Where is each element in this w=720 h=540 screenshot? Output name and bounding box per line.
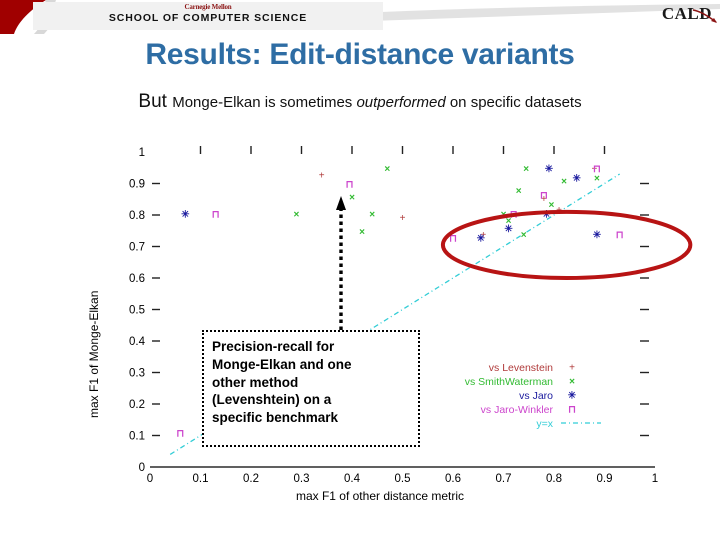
y-axis-tick-labels: 0 0.1 0.2 0.3 0.4 0.5 0.6 0.7 0.8 0.9 1 <box>129 147 146 474</box>
subtitle-part-two: on specific datasets <box>445 94 582 111</box>
y-tick-label: 0.8 <box>129 210 145 222</box>
data-point-marker: ⊓ <box>212 210 220 221</box>
x-tick-label: 0.9 <box>597 473 613 485</box>
y-tick-label: 0.5 <box>129 305 145 317</box>
y-tick-label: 0.7 <box>129 242 145 254</box>
y-tick-label: 1 <box>139 147 145 159</box>
x-tick-label: 0.4 <box>344 473 361 485</box>
x-tick-label: 0 <box>147 473 153 485</box>
data-point-marker: × <box>561 177 567 188</box>
slide-header-band: Carnegie Mellon SCHOOL OF COMPUTER SCIEN… <box>0 0 720 34</box>
legend-label-reference: y=x <box>536 418 553 430</box>
data-point-marker: × <box>349 192 355 203</box>
legend-marker: × <box>569 377 575 388</box>
subtitle-lead-word: But <box>138 91 173 112</box>
data-point-marker: + <box>400 213 406 224</box>
data-point-marker: ⊓ <box>176 429 184 440</box>
data-point-marker: ✳ <box>573 173 582 184</box>
legend-label: vs Levenstein <box>489 362 553 374</box>
cmu-wordmark-text: Carnegie Mellon <box>184 3 232 11</box>
legend-label: vs SmithWaterman <box>465 376 553 388</box>
data-point-marker: ✳ <box>181 210 190 221</box>
legend-marker: ⊓ <box>568 405 576 416</box>
page-title: Results: Edit-distance variants <box>145 38 575 71</box>
cmu-scs-logo: Carnegie Mellon SCHOOL OF COMPUTER SCIEN… <box>33 2 383 30</box>
x-tick-label: 0.1 <box>193 473 209 485</box>
school-of-computer-science-text: SCHOOL OF COMPUTER SCIENCE <box>108 12 308 24</box>
y-tick-label: 0.3 <box>129 368 145 380</box>
legend-label: vs Jaro-Winkler <box>481 404 554 416</box>
data-point-marker: ✳ <box>593 230 602 241</box>
x-tick-label: 0.8 <box>546 473 562 485</box>
x-axis-title: max F1 of other distance metric <box>296 489 464 503</box>
data-point-marker: × <box>294 210 300 221</box>
data-point-marker: ⊓ <box>593 164 601 175</box>
y-axis-title: max F1 of Monge-Elkan <box>87 291 101 418</box>
data-point-marker: + <box>319 170 325 181</box>
data-point-marker: × <box>359 227 365 238</box>
chart-legend: vs Levenstein + vs SmithWaterman × vs Jaro ✳ v… <box>465 362 601 430</box>
data-point-marker: ⊓ <box>346 180 354 191</box>
data-point-marker: × <box>521 230 527 241</box>
x-axis-tick-marks-top <box>199 146 606 154</box>
data-point-marker: ✳ <box>477 233 486 244</box>
red-highlight-ellipse <box>440 209 693 281</box>
chart-canvas: max F1 of Monge-Elkan max F1 of other di… <box>87 146 693 503</box>
data-point-marker: × <box>369 210 375 221</box>
x-tick-label: 0.3 <box>294 473 310 485</box>
subtitle-part-one: Monge-Elkan is sometimes <box>172 94 357 111</box>
x-axis-tick-labels: 0 0.1 0.2 0.3 0.4 0.5 0.6 0.7 0.8 0.9 1 <box>147 473 658 485</box>
legend-label: vs Jaro <box>519 390 553 402</box>
y-tick-label: 0.2 <box>129 399 145 411</box>
cald-swish-icon <box>692 9 717 23</box>
x-tick-label: 0.2 <box>243 473 259 485</box>
y-tick-label: 0.4 <box>129 336 146 348</box>
callout-annotation-text: Precision-recall for Monge-Elkan and one… <box>212 339 352 426</box>
y-axis-tick-marks-left <box>152 182 160 437</box>
data-point-marker: ✳ <box>504 224 513 235</box>
data-point-marker: × <box>594 173 600 184</box>
callout-arrow <box>336 196 346 330</box>
data-point-marker: ⊓ <box>616 230 624 241</box>
subtitle-emphasis-word: outperformed <box>356 94 446 111</box>
y-tick-label: 0.6 <box>129 273 145 285</box>
data-point-marker: × <box>516 186 522 197</box>
x-tick-label: 0.6 <box>445 473 461 485</box>
x-tick-label: 0.7 <box>496 473 512 485</box>
data-point-marker: ⊓ <box>540 191 548 202</box>
legend-marker: ✳ <box>568 391 577 402</box>
x-tick-label: 1 <box>652 473 658 485</box>
data-point-marker: × <box>384 164 390 175</box>
y-tick-label: 0.9 <box>129 179 145 191</box>
y-tick-label: 0 <box>139 462 145 474</box>
legend-marker: + <box>569 363 575 374</box>
scatter-chart-figure: max F1 of Monge-Elkan max F1 of other di… <box>0 128 720 528</box>
slide-subtitle: But Monge-Elkan is sometimes outperforme… <box>0 91 720 113</box>
x-tick-label: 0.5 <box>395 473 411 485</box>
data-point-marker: ✳ <box>545 164 554 175</box>
data-point-marker: × <box>523 164 529 175</box>
y-tick-label: 0.1 <box>129 431 145 443</box>
callout-annotation-box: Precision-recall for Monge-Elkan and one… <box>202 330 420 447</box>
